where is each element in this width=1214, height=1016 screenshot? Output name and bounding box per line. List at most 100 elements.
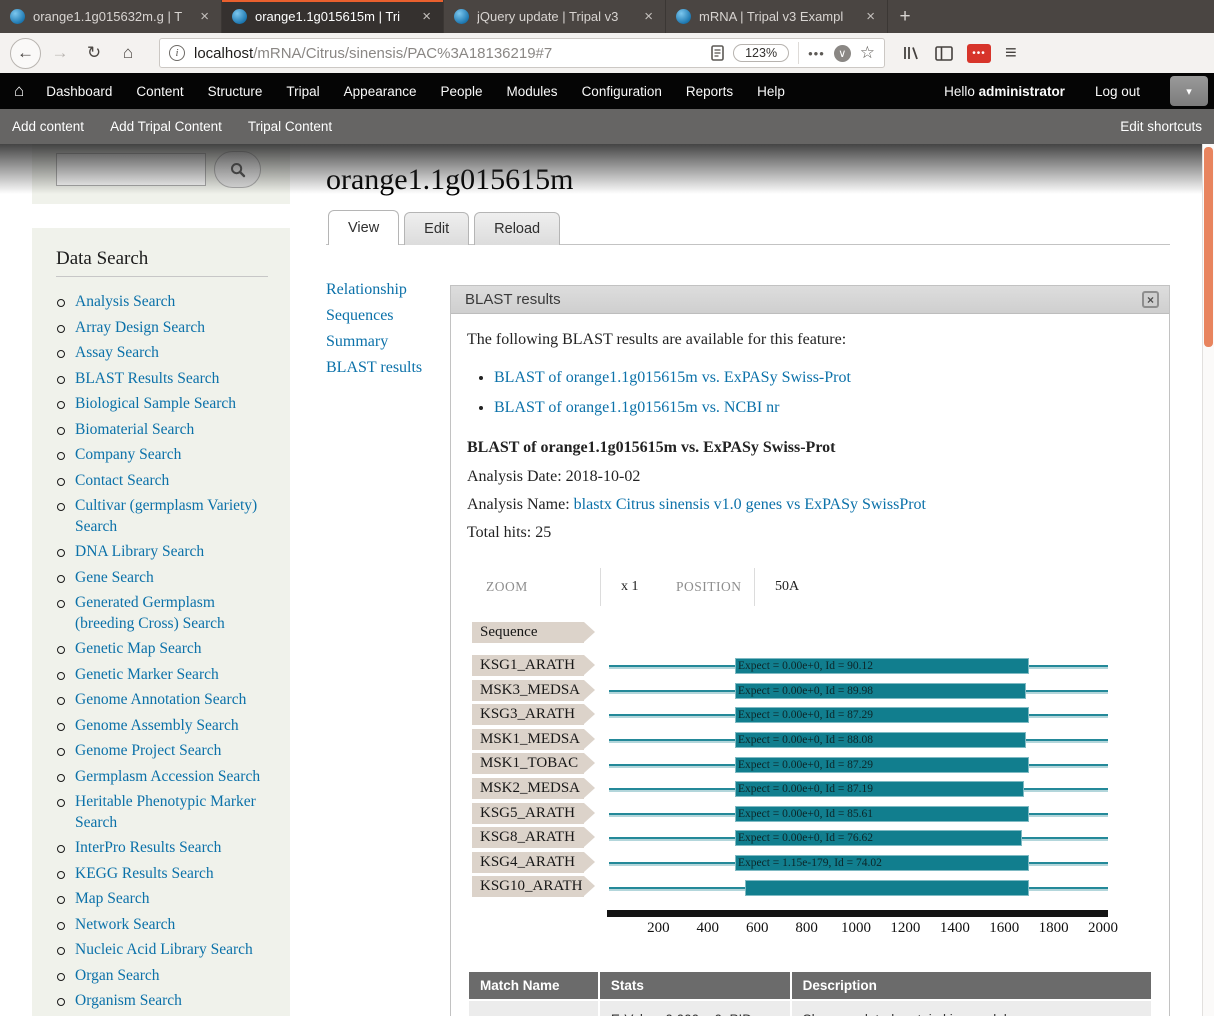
shortcut-item[interactable]: Add Tripal Content [110,119,222,134]
hit-name-tag[interactable]: KSG10_ARATH [472,876,584,897]
admin-menu-item-tripal[interactable]: Tripal [274,84,331,99]
browser-tab[interactable]: mRNA | Tripal v3 Exampl× [666,0,888,33]
forward-button[interactable]: → [45,38,75,68]
data-search-link[interactable]: InterPro Results Search [75,839,221,856]
hit-name-tag[interactable]: KSG5_ARATH [472,803,584,824]
data-search-link[interactable]: Analysis Search [75,293,175,310]
back-button[interactable]: ← [10,38,41,69]
shortcut-item[interactable]: Add content [12,119,84,134]
zoom-value[interactable]: x 1 [601,579,676,595]
admin-menu-item-modules[interactable]: Modules [495,84,570,99]
page-actions-icon[interactable]: ••• [808,46,825,61]
search-input[interactable] [56,153,206,186]
data-search-link[interactable]: Company Search [75,446,181,463]
toolbar-toggle-button[interactable]: ▾ [1170,76,1208,106]
admin-menu-item-structure[interactable]: Structure [196,84,275,99]
home-button[interactable]: ⌂ [113,38,143,68]
data-search-link[interactable]: Genome Assembly Search [75,717,239,734]
data-search-link[interactable]: Germplasm Accession Search [75,768,260,785]
tab-view[interactable]: View [328,210,399,245]
hit-name-tag[interactable]: MSK1_MEDSA [472,729,584,750]
reader-mode-icon[interactable] [711,45,724,61]
data-search-link[interactable]: Gene Search [75,569,154,586]
hit-name-tag[interactable]: MSK3_MEDSA [472,680,584,701]
data-search-link[interactable]: Array Design Search [75,319,205,336]
bookmark-star-icon[interactable]: ☆ [860,43,875,63]
data-search-link[interactable]: Generated Germplasm (breeding Cross) Sea… [75,594,225,632]
data-search-link[interactable]: Genetic Marker Search [75,666,219,683]
hit-name-tag[interactable]: KSG8_ARATH [472,827,584,848]
admin-menu-item-content[interactable]: Content [124,84,195,99]
tab-close-icon[interactable]: × [642,8,655,25]
hit-name-tag[interactable]: MSK2_MEDSA [472,778,584,799]
tab-close-icon[interactable]: × [198,8,211,25]
menu-hamburger-icon[interactable]: ≡ [1005,42,1017,65]
screenshot-extension-icon[interactable]: ••• [967,44,991,63]
browser-tab[interactable]: jQuery update | Tripal v3× [444,0,666,33]
data-search-link[interactable]: Organ Search [75,967,160,984]
edit-shortcuts-link[interactable]: Edit shortcuts [1120,119,1202,134]
data-search-link[interactable]: BLAST Results Search [75,370,219,387]
url-bar[interactable]: i localhost/mRNA/Citrus/sinensis/PAC%3A1… [159,38,885,68]
close-icon[interactable]: × [1142,291,1159,308]
admin-menu-item-help[interactable]: Help [745,84,797,99]
refresh-button[interactable]: ↻ [79,38,109,68]
tab-close-icon[interactable]: × [420,8,433,25]
panel-header[interactable]: BLAST results × [451,286,1169,314]
browser-tab[interactable]: orange1.1g015632m.g | T× [0,0,222,33]
zoom-level-badge[interactable]: 123% [733,44,789,62]
data-search-link[interactable]: Network Search [75,916,175,933]
data-search-link[interactable]: Contact Search [75,472,169,489]
admin-menu-item-dashboard[interactable]: Dashboard [34,84,124,99]
toc-link[interactable]: Summary [326,329,450,355]
data-search-link[interactable]: Genome Annotation Search [75,691,246,708]
hit-bar[interactable] [745,880,1029,896]
hit-name-tag[interactable]: KSG4_ARATH [472,852,584,873]
hit-name-tag[interactable]: KSG3_ARATH [472,704,584,725]
data-search-link[interactable]: Biological Sample Search [75,395,236,412]
admin-home-icon[interactable]: ⌂ [14,81,24,101]
search-button[interactable] [214,151,261,188]
analysis-name-link[interactable]: blastx Citrus sinensis v1.0 genes vs ExP… [574,496,926,513]
toc-link[interactable]: Sequences [326,303,450,329]
data-search-link[interactable]: Map Search [75,890,149,907]
list-item: Genome Annotation Search [56,690,268,711]
hit-name-tag[interactable]: MSK1_TOBAC [472,753,584,774]
library-icon[interactable] [903,45,921,61]
tab-edit[interactable]: Edit [404,212,469,245]
hit-rail: Expect = 0.00e+0, Id = 87.29 [609,752,1108,777]
scrollbar-thumb[interactable] [1204,147,1213,347]
tab-close-icon[interactable]: × [864,8,877,25]
pocket-icon[interactable]: ∨ [834,45,851,62]
blast-result-link[interactable]: BLAST of orange1.1g015615m vs. NCBI nr [494,399,779,416]
data-search-link[interactable]: KEGG Results Search [75,865,214,882]
tab-reload[interactable]: Reload [474,212,560,245]
sidebars-icon[interactable] [935,46,953,61]
browser-tab[interactable]: orange1.1g015615m | Tri× [222,0,444,33]
data-search-link[interactable]: Cultivar (germplasm Variety) Search [75,497,257,535]
data-search-link[interactable]: DNA Library Search [75,543,204,560]
toc-link[interactable]: Relationship [326,277,450,303]
site-info-icon[interactable]: i [169,45,185,61]
hit-annotation: Expect = 1.15e-179, Id = 74.02 [735,857,882,869]
page-scrollbar[interactable] [1202,144,1214,1016]
data-search-link[interactable]: Assay Search [75,344,159,361]
blast-result-link[interactable]: BLAST of orange1.1g015615m vs. ExPASy Sw… [494,369,851,386]
admin-menu-item-reports[interactable]: Reports [674,84,745,99]
hit-name-tag[interactable]: KSG1_ARATH [472,655,584,676]
admin-menu-item-appearance[interactable]: Appearance [332,84,429,99]
data-search-link[interactable]: Nucleic Acid Library Search [75,941,253,958]
data-search-link[interactable]: Heritable Phenotypic Marker Search [75,793,256,831]
shortcut-item[interactable]: Tripal Content [248,119,332,134]
toc-link[interactable]: BLAST results [326,355,450,381]
new-tab-button[interactable]: + [888,0,922,33]
logout-link[interactable]: Log out [1083,84,1152,99]
admin-menu-item-configuration[interactable]: Configuration [570,84,674,99]
data-search-link[interactable]: Genetic Map Search [75,640,202,657]
admin-menu-item-people[interactable]: People [428,84,494,99]
position-value[interactable]: 50A [755,579,799,595]
data-search-link[interactable]: Biomaterial Search [75,421,194,438]
data-search-link[interactable]: Genome Project Search [75,742,221,759]
url-text[interactable]: localhost/mRNA/Citrus/sinensis/PAC%3A181… [194,45,702,62]
data-search-link[interactable]: Organism Search [75,992,182,1009]
